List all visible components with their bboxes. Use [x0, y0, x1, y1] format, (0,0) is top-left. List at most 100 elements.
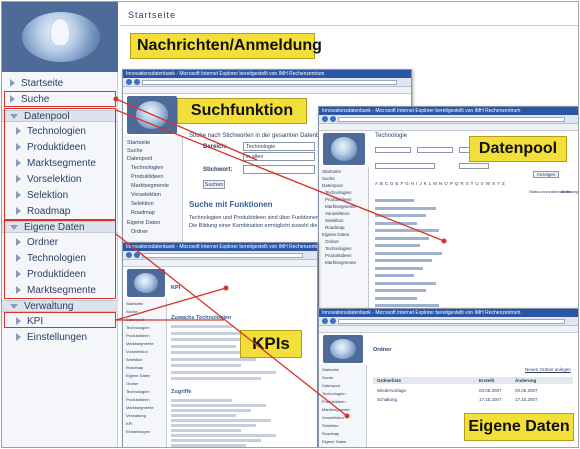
back-icon[interactable] [126, 79, 132, 85]
kpi-section-zugriffe: Zugriffe [171, 389, 192, 395]
mini-nav-item[interactable]: Vorselektion [126, 349, 148, 354]
mini-nav-item[interactable]: Startseite [322, 169, 341, 174]
mini-nav-item[interactable]: Eigene Daten [322, 232, 349, 237]
mini-nav-item[interactable]: Ordner [131, 229, 148, 235]
mini-nav-item[interactable]: Marktsegmente [126, 341, 154, 346]
mini-nav-item[interactable]: Technologien [325, 246, 352, 251]
mini-nav-item[interactable]: Suche [322, 176, 335, 181]
mini-nav-item[interactable]: Datenpool [322, 183, 343, 188]
mini-nav-item[interactable]: Technologien [126, 325, 150, 330]
mini-nav-item[interactable]: Datenpool [126, 317, 144, 322]
mini-nav-item[interactable]: Eigene Daten [127, 220, 160, 226]
ordner-table-header [373, 377, 573, 384]
mini-nav-item[interactable]: Startseite [322, 367, 339, 372]
neuer-ordner-link[interactable]: Neuen Ordner anlegen [525, 367, 571, 372]
url-field[interactable] [338, 318, 565, 324]
mini-nav-item[interactable]: Produktideen [322, 399, 346, 404]
mini-nav-item[interactable]: Marktsegmente [126, 405, 154, 410]
mini-nav-item[interactable]: Marktsegmente [325, 260, 356, 265]
mini-nav-item[interactable]: Marktsegmente [131, 183, 169, 189]
back-icon[interactable] [126, 252, 132, 258]
url-field[interactable] [338, 116, 565, 122]
window-title: Innovationsdatenbank - Microsoft Interne… [123, 70, 411, 78]
mini-nav-item[interactable]: Roadmap [126, 365, 143, 370]
col-aenderung: Änderung [561, 189, 579, 194]
address-bar [123, 78, 411, 87]
search-functions-heading: Suche mit Funktionen [189, 200, 273, 209]
filter-select[interactable] [375, 163, 435, 169]
table-row [171, 414, 237, 417]
anzeigen-button[interactable]: Anzeigen [533, 171, 559, 178]
url-field[interactable] [142, 79, 397, 85]
ordner-row-created: 03.05.2007 [479, 388, 502, 393]
chevron-right-icon [10, 79, 15, 87]
mini-nav-item[interactable]: Datenpool [127, 156, 152, 162]
mini-nav-item[interactable]: Produktideen [325, 253, 352, 258]
filter-select[interactable] [375, 147, 411, 153]
mini-nav-item[interactable]: Einstellungen [126, 429, 150, 434]
stichwort-input[interactable] [243, 165, 315, 174]
browser-tabs [319, 124, 578, 131]
ordner-row-name[interactable]: Schaltung [377, 397, 397, 402]
mini-nav-item[interactable]: Selektion [126, 357, 142, 362]
mini-nav-item[interactable]: Selektion [322, 423, 338, 428]
mini-nav-item[interactable]: Roadmap [131, 210, 155, 216]
mini-nav-item[interactable]: Produktideen [131, 174, 163, 180]
ordner-row-created: 17.10.2007 [479, 397, 502, 402]
mini-nav-item[interactable]: Selektion [131, 201, 154, 207]
back-icon[interactable] [322, 318, 328, 324]
mini-nav-item[interactable]: Produktideen [126, 397, 150, 402]
zeitraum-select[interactable]: in allen [243, 152, 315, 161]
forward-icon[interactable] [134, 79, 140, 85]
mini-nav-item[interactable]: Technologien [322, 391, 346, 396]
mini-nav-item[interactable]: Suche [127, 148, 143, 154]
mini-nav-item[interactable]: Vorselektion [131, 192, 161, 198]
mini-nav-item[interactable]: Roadmap [325, 225, 345, 230]
mini-nav-item[interactable]: Marktsegmente [325, 204, 356, 209]
filter-select[interactable] [417, 147, 453, 153]
mini-nav-item[interactable]: Verwaltung [126, 413, 146, 418]
table-row [171, 325, 232, 328]
mini-nav-item[interactable]: Suche [126, 309, 137, 314]
mini-nav-item[interactable]: Eigene Daten [322, 439, 346, 444]
table-row [171, 344, 237, 348]
table-row [171, 370, 277, 374]
mini-nav-item[interactable]: Datenpool [322, 383, 340, 388]
forward-icon[interactable] [330, 318, 336, 324]
bereich-select[interactable]: Technologie [243, 142, 315, 151]
mini-nav-item[interactable]: Ordner [325, 239, 339, 244]
mini-nav-item[interactable]: Startseite [127, 140, 150, 146]
mini-nav-item[interactable]: Technologien [126, 389, 150, 394]
mini-nav-item[interactable]: Vorselektion [325, 211, 350, 216]
filter-select[interactable] [459, 163, 489, 169]
sidebar-group-verwaltung[interactable]: Verwaltung [2, 300, 118, 312]
forward-icon[interactable] [134, 252, 140, 258]
mini-nav-item[interactable]: Suche [322, 375, 333, 380]
mini-nav-item[interactable]: Technologien [325, 190, 352, 195]
callout-datenpool: Datenpool [469, 136, 567, 162]
back-icon[interactable] [322, 116, 328, 122]
mini-nav-item[interactable]: Selektion [325, 218, 344, 223]
mini-nav-item[interactable]: Eigene Daten [126, 373, 150, 378]
mini-nav-item[interactable]: Ordner [126, 381, 138, 386]
sidebar-item-einstellungen[interactable]: Einstellungen [2, 329, 118, 345]
mini-nav-item[interactable]: Produktideen [126, 333, 150, 338]
table-row [375, 244, 420, 247]
ordner-row-name[interactable]: Wiedervorlage [377, 388, 406, 393]
table-row [171, 404, 267, 407]
url-field[interactable] [142, 252, 303, 258]
mini-nav-item[interactable]: Marktsegmente [322, 407, 350, 412]
alphabet-filter[interactable]: A B C D E F G H I J K L M N O P Q R S T … [375, 181, 505, 186]
mini-nav-item[interactable]: Startseite [126, 301, 143, 306]
forward-icon[interactable] [330, 116, 336, 122]
mini-logo [323, 335, 363, 363]
search-button[interactable]: Suchen [203, 180, 225, 189]
sidebar-item-startseite[interactable]: Startseite [2, 76, 118, 90]
mini-nav-item[interactable]: Technologien [131, 165, 163, 171]
mini-nav-item[interactable]: Produktideen [325, 197, 352, 202]
table-row [375, 199, 414, 202]
table-row [375, 214, 427, 217]
mini-nav-item[interactable]: Roadmap [322, 431, 339, 436]
mini-nav-item[interactable]: KPI [126, 421, 132, 426]
mini-nav-item[interactable]: Vorselektion [322, 415, 344, 420]
